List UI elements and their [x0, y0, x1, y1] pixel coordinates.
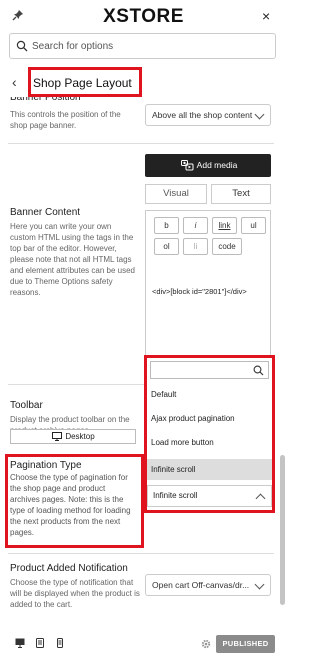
published-button[interactable]: PUBLISHED: [216, 635, 275, 653]
banner-position-desc: This controls the position of the shop p…: [10, 110, 121, 130]
editor-bold-button[interactable]: b: [154, 217, 179, 234]
add-media-button[interactable]: Add media: [145, 154, 271, 177]
search-icon: [16, 40, 28, 52]
back-arrow-icon[interactable]: ‹: [12, 74, 17, 90]
search-input[interactable]: [32, 34, 272, 58]
close-icon[interactable]: ×: [262, 8, 270, 24]
banner-content-label: Banner Content: [10, 207, 81, 218]
notification-desc: Choose the type of notification that wil…: [10, 578, 140, 609]
highlight-box-dropdown: [144, 355, 275, 513]
editor-content[interactable]: <div>[block id="2801"]</div>: [152, 287, 247, 296]
divider: [8, 553, 274, 554]
editor-code-button[interactable]: code: [212, 238, 242, 255]
editor-italic-button[interactable]: i: [183, 217, 208, 234]
editor-ul-button[interactable]: ul: [241, 217, 266, 234]
highlight-box-section-title: [28, 67, 142, 97]
editor-link-button[interactable]: link: [212, 217, 237, 234]
media-icon: [181, 160, 194, 171]
chevron-down-icon: [254, 109, 265, 120]
tab-text[interactable]: Text: [211, 184, 271, 204]
scrollbar[interactable]: [280, 455, 285, 605]
gear-icon[interactable]: [201, 639, 211, 649]
toolbar-label: Toolbar: [10, 400, 43, 411]
banner-content-desc: Here you can write your own custom HTML …: [10, 222, 135, 297]
notification-select[interactable]: Open cart Off-canvas/dr...: [145, 574, 271, 596]
highlight-box-pagination: [5, 454, 144, 548]
banner-position-select[interactable]: Above all the shop content: [145, 104, 271, 126]
customizer-header: XSTORE ×: [0, 0, 287, 34]
notification-value: Open cart Off-canvas/dr...: [152, 580, 250, 590]
editor-ol-button[interactable]: ol: [154, 238, 179, 255]
chevron-down-icon: [254, 579, 265, 590]
brand-logo: XSTORE: [103, 6, 184, 27]
banner-position-value: Above all the shop content: [152, 110, 253, 120]
device-desktop-button[interactable]: Desktop: [10, 429, 136, 444]
notification-label: Product Added Notification: [10, 563, 128, 574]
divider: [8, 143, 274, 144]
html-editor[interactable]: b i link ul ol li code <div>[block id="2…: [145, 210, 271, 372]
monitor-icon: [52, 432, 62, 441]
tablet-preview-icon[interactable]: [35, 638, 45, 648]
editor-li-button[interactable]: li: [183, 238, 208, 255]
footer-bar: PUBLISHED: [0, 626, 287, 659]
tab-visual[interactable]: Visual: [145, 184, 207, 204]
search-box: [9, 33, 276, 59]
mobile-preview-icon[interactable]: [55, 638, 65, 648]
desktop-preview-icon[interactable]: [15, 638, 25, 648]
